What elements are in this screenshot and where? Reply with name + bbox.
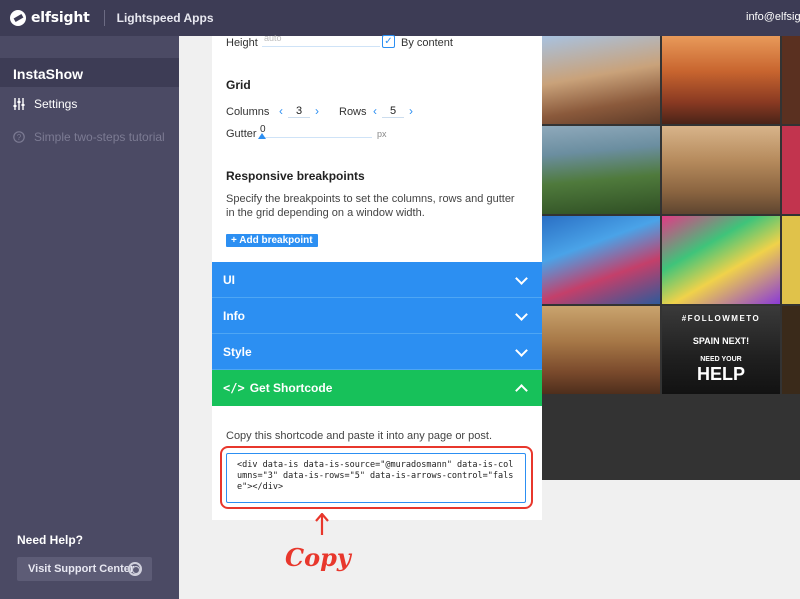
rows-stepper[interactable]: ‹ 5 › [368,104,418,118]
help-title: Need Help? [17,533,84,547]
svg-text:?: ? [17,133,22,142]
arrow-up-icon [315,513,329,535]
rows-label: Rows [339,106,367,118]
sidebar-item-label: Settings [34,97,78,111]
lifebuoy-icon [128,562,142,576]
sidebar: InstaShow Settings ? Simple two-steps tu… [0,36,179,599]
section-style[interactable]: Style [212,334,542,370]
top-bar: elfsight Lightspeed Apps info@elfsight [0,0,800,36]
photo-caption-spain: SPAIN NEXT! [692,336,750,346]
instagram-preview-grid: #FOLLOWMETO SPAIN NEXT! NEED YOUR HELP [542,36,800,480]
chevron-down-icon [515,272,528,285]
apps-link[interactable]: Lightspeed Apps [117,11,214,25]
app-title: InstaShow [0,58,179,87]
support-center-button[interactable]: Visit Support Center [17,557,152,581]
sliders-icon [13,98,25,110]
gutter-label: Gutter [226,128,257,140]
preview-photo[interactable] [662,36,780,124]
section-shortcode-label: Get Shortcode [249,381,333,395]
chevron-left-icon[interactable]: ‹ [274,104,288,118]
code-icon: </> [223,381,245,395]
height-label: Height [226,37,258,49]
sidebar-item-settings[interactable]: Settings [0,92,179,116]
preview-photo[interactable] [542,36,660,124]
photo-caption-need: NEED YOUR [700,356,742,363]
section-info[interactable]: Info [212,298,542,334]
preview-photo[interactable] [542,216,660,304]
preview-photo[interactable] [782,126,800,214]
by-content-checkbox[interactable]: ✓ [382,35,395,48]
height-input[interactable]: auto [264,33,282,43]
height-slider[interactable] [262,46,380,47]
columns-label: Columns [226,106,270,118]
sidebar-item-tutorial[interactable]: ? Simple two-steps tutorial [0,125,179,149]
account-email[interactable]: info@elfsight [746,11,800,23]
preview-photo[interactable] [662,126,780,214]
elfsight-logo[interactable]: elfsight [10,10,90,26]
breakpoints-heading: Responsive breakpoints [226,169,365,183]
preview-photo[interactable] [542,126,660,214]
chevron-down-icon [515,308,528,321]
gutter-unit: px [377,129,387,139]
brand-name: elfsight [31,10,90,26]
section-info-label: Info [223,308,245,323]
question-icon: ? [13,131,25,143]
preview-photo[interactable]: #FOLLOWMETO SPAIN NEXT! NEED YOUR HELP [662,306,780,394]
section-get-shortcode[interactable]: </> Get Shortcode [212,370,542,406]
gutter-slider[interactable] [259,137,372,138]
copy-annotation: Copy [285,543,351,572]
columns-value[interactable]: 3 [288,105,310,118]
chevron-left-icon[interactable]: ‹ [368,104,382,118]
preview-photo[interactable] [542,306,660,394]
add-breakpoint-button[interactable]: + Add breakpoint [226,234,318,247]
topbar-divider [103,10,105,26]
support-center-label: Visit Support Center [28,563,135,575]
by-content-label: By content [401,37,453,49]
photo-caption-help: HELP [696,364,745,384]
breakpoints-description: Specify the breakpoints to set the colum… [226,193,515,219]
grid-heading: Grid [226,78,251,92]
preview-photo[interactable] [782,306,800,394]
section-ui[interactable]: UI [212,262,542,298]
chevron-up-icon [515,384,528,397]
rows-value[interactable]: 5 [382,105,404,118]
preview-photo[interactable] [782,216,800,304]
preview-photo[interactable] [782,36,800,124]
photo-caption-follow: #FOLLOWMETO [681,314,761,323]
preview-photo[interactable] [662,216,780,304]
shortcode-hint: Copy this shortcode and paste it into an… [226,430,492,442]
chevron-right-icon[interactable]: › [310,104,324,118]
section-style-label: Style [223,344,252,359]
columns-stepper[interactable]: ‹ 3 › [274,104,324,118]
chevron-down-icon [515,344,528,357]
copy-highlight-box [220,446,533,509]
elfsight-logo-icon [10,10,26,26]
chevron-right-icon[interactable]: › [404,104,418,118]
sidebar-item-label: Simple two-steps tutorial [34,130,165,144]
section-ui-label: UI [223,272,235,287]
gutter-slider-thumb[interactable] [258,133,266,139]
